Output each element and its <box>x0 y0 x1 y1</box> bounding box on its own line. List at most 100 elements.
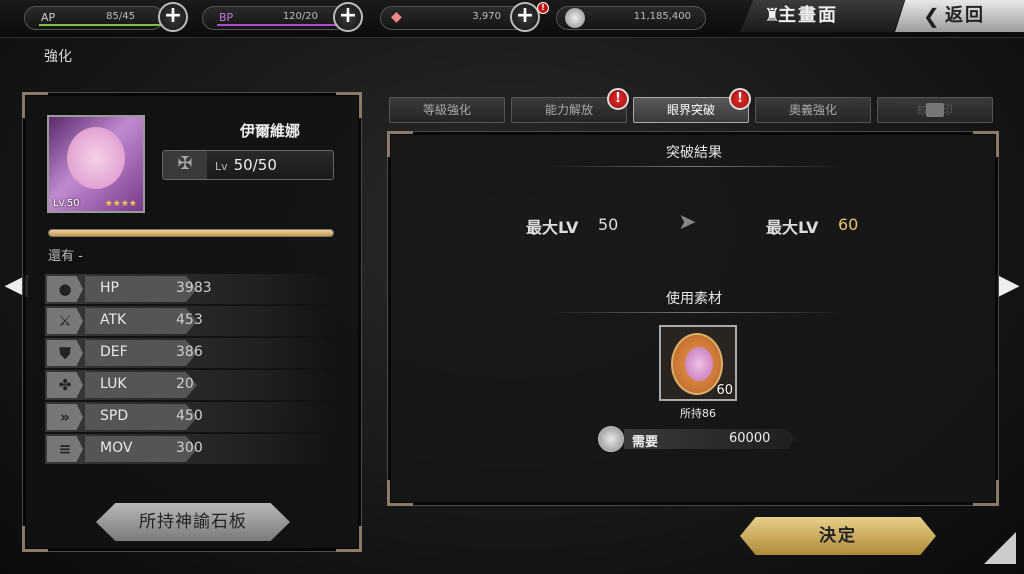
top-resource-bar: AP 85/45 + BP 120/20 + ◆ 3,970 + ! 11,18… <box>0 0 1024 38</box>
bp-label: BP <box>219 11 234 24</box>
bp-bar-fill <box>217 24 353 26</box>
spd-icon: » <box>47 404 83 430</box>
ap-gauge: AP 85/45 <box>24 6 171 30</box>
result-header: 突破結果 <box>666 145 722 161</box>
home-button[interactable]: ♜ 主畫面 <box>740 0 905 32</box>
back-button[interactable]: ❮ 返回 <box>895 0 1024 32</box>
page-title: 強化 <box>44 49 72 65</box>
header-divider <box>548 312 840 313</box>
stat-label: LUK <box>100 376 127 392</box>
stat-row: ⚔ ATK 453 <box>45 306 335 336</box>
alert-icon: ! <box>607 88 629 110</box>
exp-remaining-text: 還有 - <box>48 249 83 264</box>
back-button-label: 返回 <box>945 5 985 26</box>
current-max-lv-label: 最大LV <box>526 218 579 237</box>
level-display: ✠ Lv 50/50 <box>162 150 334 180</box>
ap-value: 85/45 <box>106 11 135 22</box>
ap-bar-fill <box>39 24 171 26</box>
coin-icon <box>565 8 585 28</box>
stat-label: SPD <box>100 408 129 424</box>
portrait-level: Lv.50 <box>53 198 80 209</box>
ap-add-button[interactable]: + <box>158 2 188 32</box>
bp-value: 120/20 <box>282 11 318 22</box>
header-divider <box>548 166 840 167</box>
gem-value: 3,970 <box>472 11 501 22</box>
mov-icon: ≡ <box>47 436 83 462</box>
rarity-stars: ★★★★ <box>104 199 137 209</box>
luk-icon: ✤ <box>47 372 83 398</box>
stat-row: ≡ MOV 300 <box>45 434 335 464</box>
castle-icon: ♜ <box>764 5 783 26</box>
level-prefix: Lv <box>215 160 228 173</box>
new-max-lv-value: 60 <box>838 215 859 234</box>
new-max-lv-label: 最大LV <box>766 218 819 237</box>
stat-value: 20 <box>176 376 194 392</box>
panel-corner-ornament <box>336 526 362 552</box>
stat-label: MOV <box>100 440 133 456</box>
stat-value: 300 <box>176 440 203 456</box>
lock-icon <box>926 103 944 117</box>
tab-3[interactable]: 奧義強化 <box>755 97 871 123</box>
crystal-icon: ◆ <box>391 9 402 25</box>
tab-label: 等級強化 <box>422 103 471 117</box>
stat-value: 3983 <box>176 280 212 296</box>
cost-value: 60000 <box>729 431 771 446</box>
stat-label: HP <box>100 280 119 296</box>
def-icon: ⛊ <box>47 340 83 366</box>
exp-bar-fill <box>49 230 333 236</box>
alert-icon: ! <box>729 88 751 110</box>
stat-label: ATK <box>100 312 127 328</box>
atk-icon: ⚔ <box>47 308 83 334</box>
hp-icon: ● <box>47 276 83 302</box>
gem-alert-icon: ! <box>537 2 549 14</box>
coin-value: 11,185,400 <box>633 11 691 22</box>
back-chevron-icon: ❮ <box>923 4 942 28</box>
panel-corner-ornament <box>336 92 362 118</box>
stat-value: 453 <box>176 312 203 328</box>
home-button-label: 主畫面 <box>778 5 838 26</box>
oracle-slate-button[interactable]: 所持神諭石板 <box>96 503 290 541</box>
gem-add-button[interactable]: + <box>510 2 540 32</box>
panel-corner-ornament <box>22 92 48 118</box>
materials-header: 使用素材 <box>666 291 722 307</box>
tab-label: 奧義強化 <box>788 103 837 117</box>
coin-icon <box>598 426 624 452</box>
stat-row: ● HP 3983 <box>45 274 335 304</box>
ap-label: AP <box>41 11 56 24</box>
stat-row: ✤ LUK 20 <box>45 370 335 400</box>
panel-corner-ornament <box>973 131 999 157</box>
level-value: 50/50 <box>233 156 277 174</box>
material-face-image <box>685 347 713 381</box>
emblem-icon: ✠ <box>163 151 207 179</box>
gem-counter: ◆ 3,970 <box>380 6 530 30</box>
cost-display: 需要 60000 <box>598 426 798 452</box>
stat-label: DEF <box>100 344 128 360</box>
character-face-image <box>67 127 125 189</box>
cost-label: 需要 <box>632 435 659 450</box>
panel-corner-ornament <box>973 480 999 506</box>
stat-row: ⛊ DEF 386 <box>45 338 335 368</box>
stat-value: 450 <box>176 408 203 424</box>
tab-label: 眼界突破 <box>666 103 715 117</box>
arrow-right-icon: ➤ <box>678 210 697 235</box>
bp-gauge: BP 120/20 <box>202 6 353 30</box>
stat-row: » SPD 450 <box>45 402 335 432</box>
menu-corner-icon[interactable] <box>984 532 1016 564</box>
current-max-lv-value: 50 <box>598 215 619 234</box>
confirm-button[interactable]: 決定 <box>740 517 936 555</box>
character-portrait[interactable]: Lv.50 ★★★★ <box>47 115 145 213</box>
panel-corner-ornament <box>22 526 48 552</box>
exp-bar <box>48 229 334 237</box>
bp-add-button[interactable]: + <box>333 2 363 32</box>
tab-0[interactable]: 等級強化 <box>389 97 505 123</box>
panel-corner-ornament <box>387 480 413 506</box>
tab-4: 紋 印 <box>877 97 993 123</box>
material-owned: 所持86 <box>680 407 716 420</box>
character-name: 伊爾維娜 <box>239 122 300 140</box>
coin-counter: 11,185,400 <box>556 6 706 30</box>
stat-value: 386 <box>176 344 203 360</box>
tab-label: 能力解放 <box>544 103 593 117</box>
material-quantity: 60 <box>716 383 733 398</box>
material-item[interactable]: 60 <box>659 325 737 401</box>
level-text: Lv 50/50 <box>215 156 277 174</box>
